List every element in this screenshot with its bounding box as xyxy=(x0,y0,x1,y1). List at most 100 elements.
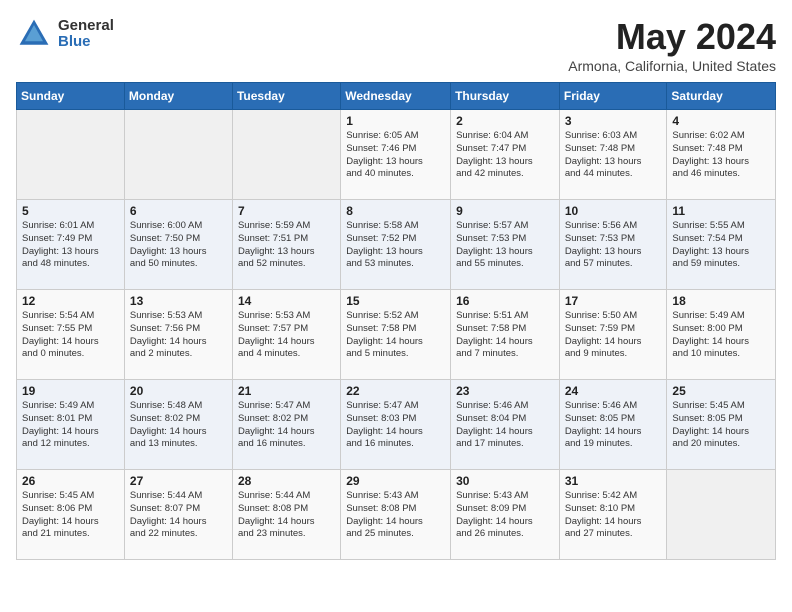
day-info: Sunrise: 5:43 AM Sunset: 8:08 PM Dayligh… xyxy=(346,490,445,541)
day-info: Sunrise: 5:44 AM Sunset: 8:08 PM Dayligh… xyxy=(238,490,335,541)
header-day-wednesday: Wednesday xyxy=(341,83,451,110)
calendar-cell: 24 Sunrise: 5:46 AM Sunset: 8:05 PM Dayli… xyxy=(559,380,667,470)
calendar-title: May 2024 xyxy=(568,16,776,58)
logo-icon xyxy=(16,16,52,52)
day-info: Sunrise: 6:00 AM Sunset: 7:50 PM Dayligh… xyxy=(130,220,227,271)
day-number: 10 xyxy=(565,204,662,218)
calendar-cell: 7Sunrise: 5:59 AM Sunset: 7:51 PM Daylig… xyxy=(232,200,340,290)
day-info: Sunrise: 5:51 AM Sunset: 7:58 PM Dayligh… xyxy=(456,310,554,361)
calendar-cell: 17 Sunrise: 5:50 AM Sunset: 7:59 PM Dayli… xyxy=(559,290,667,380)
day-number: 26 xyxy=(22,474,119,488)
calendar-week-2: 12Sunrise: 5:54 AM Sunset: 7:55 PM Dayli… xyxy=(17,290,776,380)
calendar-cell: 31 Sunrise: 5:42 AM Sunset: 8:10 PM Dayli… xyxy=(559,470,667,560)
day-number: 31 xyxy=(565,474,662,488)
day-info: Sunrise: 6:02 AM Sunset: 7:48 PM Dayligh… xyxy=(672,130,770,181)
header-row: SundayMondayTuesdayWednesdayThursdayFrid… xyxy=(17,83,776,110)
calendar-week-0: 1 Sunrise: 6:05 AM Sunset: 7:46 PM Daylig… xyxy=(17,110,776,200)
calendar-cell xyxy=(667,470,776,560)
day-number: 30 xyxy=(456,474,554,488)
header-day-saturday: Saturday xyxy=(667,83,776,110)
day-number: 1 xyxy=(346,114,445,128)
day-info: Sunrise: 5:46 AM Sunset: 8:05 PM Dayligh… xyxy=(565,400,662,451)
day-number: 21 xyxy=(238,384,335,398)
title-block: May 2024 Armona, California, United Stat… xyxy=(568,16,776,74)
day-info: Sunrise: 5:49 AM Sunset: 8:00 PM Dayligh… xyxy=(672,310,770,361)
calendar-cell: 16 Sunrise: 5:51 AM Sunset: 7:58 PM Dayli… xyxy=(451,290,560,380)
day-number: 29 xyxy=(346,474,445,488)
header-day-thursday: Thursday xyxy=(451,83,560,110)
day-info: Sunrise: 5:49 AM Sunset: 8:01 PM Dayligh… xyxy=(22,400,119,451)
day-info: Sunrise: 5:53 AM Sunset: 7:57 PM Dayligh… xyxy=(238,310,335,361)
day-number: 27 xyxy=(130,474,227,488)
calendar-cell: 10 Sunrise: 5:56 AM Sunset: 7:53 PM Dayli… xyxy=(559,200,667,290)
calendar-week-1: 5 Sunrise: 6:01 AM Sunset: 7:49 PM Daylig… xyxy=(17,200,776,290)
day-number: 25 xyxy=(672,384,770,398)
calendar-header: SundayMondayTuesdayWednesdayThursdayFrid… xyxy=(17,83,776,110)
calendar-cell: 15 Sunrise: 5:52 AM Sunset: 7:58 PM Dayli… xyxy=(341,290,451,380)
calendar-cell: 18Sunrise: 5:49 AM Sunset: 8:00 PM Dayli… xyxy=(667,290,776,380)
day-number: 4 xyxy=(672,114,770,128)
day-number: 6 xyxy=(130,204,227,218)
calendar-table: SundayMondayTuesdayWednesdayThursdayFrid… xyxy=(16,82,776,560)
day-info: Sunrise: 5:59 AM Sunset: 7:51 PM Dayligh… xyxy=(238,220,335,271)
calendar-week-4: 26 Sunrise: 5:45 AM Sunset: 8:06 PM Dayli… xyxy=(17,470,776,560)
day-number: 23 xyxy=(456,384,554,398)
day-info: Sunrise: 6:05 AM Sunset: 7:46 PM Dayligh… xyxy=(346,130,445,181)
header-day-friday: Friday xyxy=(559,83,667,110)
page-header: General Blue May 2024 Armona, California… xyxy=(16,16,776,74)
day-info: Sunrise: 5:58 AM Sunset: 7:52 PM Dayligh… xyxy=(346,220,445,271)
day-number: 12 xyxy=(22,294,119,308)
day-info: Sunrise: 5:55 AM Sunset: 7:54 PM Dayligh… xyxy=(672,220,770,271)
day-info: Sunrise: 5:48 AM Sunset: 8:02 PM Dayligh… xyxy=(130,400,227,451)
day-number: 17 xyxy=(565,294,662,308)
day-number: 11 xyxy=(672,204,770,218)
calendar-week-3: 19 Sunrise: 5:49 AM Sunset: 8:01 PM Dayli… xyxy=(17,380,776,470)
day-info: Sunrise: 5:53 AM Sunset: 7:56 PM Dayligh… xyxy=(130,310,227,361)
day-number: 2 xyxy=(456,114,554,128)
calendar-cell: 1 Sunrise: 6:05 AM Sunset: 7:46 PM Daylig… xyxy=(341,110,451,200)
calendar-location: Armona, California, United States xyxy=(568,58,776,74)
day-number: 5 xyxy=(22,204,119,218)
day-number: 9 xyxy=(456,204,554,218)
calendar-cell: 6 Sunrise: 6:00 AM Sunset: 7:50 PM Daylig… xyxy=(124,200,232,290)
day-info: Sunrise: 6:03 AM Sunset: 7:48 PM Dayligh… xyxy=(565,130,662,181)
day-number: 20 xyxy=(130,384,227,398)
day-number: 16 xyxy=(456,294,554,308)
calendar-cell: 19 Sunrise: 5:49 AM Sunset: 8:01 PM Dayli… xyxy=(17,380,125,470)
day-info: Sunrise: 5:46 AM Sunset: 8:04 PM Dayligh… xyxy=(456,400,554,451)
calendar-cell: 13Sunrise: 5:53 AM Sunset: 7:56 PM Dayli… xyxy=(124,290,232,380)
day-number: 15 xyxy=(346,294,445,308)
calendar-body: 1 Sunrise: 6:05 AM Sunset: 7:46 PM Daylig… xyxy=(17,110,776,560)
day-info: Sunrise: 5:57 AM Sunset: 7:53 PM Dayligh… xyxy=(456,220,554,271)
calendar-cell: 26 Sunrise: 5:45 AM Sunset: 8:06 PM Dayli… xyxy=(17,470,125,560)
calendar-cell xyxy=(232,110,340,200)
calendar-cell: 22 Sunrise: 5:47 AM Sunset: 8:03 PM Dayli… xyxy=(341,380,451,470)
header-day-tuesday: Tuesday xyxy=(232,83,340,110)
day-number: 19 xyxy=(22,384,119,398)
calendar-cell: 29 Sunrise: 5:43 AM Sunset: 8:08 PM Dayli… xyxy=(341,470,451,560)
calendar-cell: 4 Sunrise: 6:02 AM Sunset: 7:48 PM Daylig… xyxy=(667,110,776,200)
calendar-cell: 27 Sunrise: 5:44 AM Sunset: 8:07 PM Dayli… xyxy=(124,470,232,560)
header-day-monday: Monday xyxy=(124,83,232,110)
day-info: Sunrise: 5:52 AM Sunset: 7:58 PM Dayligh… xyxy=(346,310,445,361)
day-info: Sunrise: 5:42 AM Sunset: 8:10 PM Dayligh… xyxy=(565,490,662,541)
calendar-cell: 25 Sunrise: 5:45 AM Sunset: 8:05 PM Dayli… xyxy=(667,380,776,470)
day-number: 22 xyxy=(346,384,445,398)
day-info: Sunrise: 5:45 AM Sunset: 8:06 PM Dayligh… xyxy=(22,490,119,541)
day-info: Sunrise: 5:44 AM Sunset: 8:07 PM Dayligh… xyxy=(130,490,227,541)
logo-text: General Blue xyxy=(58,18,114,51)
day-info: Sunrise: 6:01 AM Sunset: 7:49 PM Dayligh… xyxy=(22,220,119,271)
day-info: Sunrise: 5:56 AM Sunset: 7:53 PM Dayligh… xyxy=(565,220,662,271)
logo-general-label: General xyxy=(58,18,114,35)
calendar-cell: 28Sunrise: 5:44 AM Sunset: 8:08 PM Dayli… xyxy=(232,470,340,560)
day-number: 24 xyxy=(565,384,662,398)
day-info: Sunrise: 5:47 AM Sunset: 8:03 PM Dayligh… xyxy=(346,400,445,451)
calendar-cell: 11 Sunrise: 5:55 AM Sunset: 7:54 PM Dayli… xyxy=(667,200,776,290)
calendar-cell: 21 Sunrise: 5:47 AM Sunset: 8:02 PM Dayli… xyxy=(232,380,340,470)
day-info: Sunrise: 5:45 AM Sunset: 8:05 PM Dayligh… xyxy=(672,400,770,451)
calendar-cell: 20 Sunrise: 5:48 AM Sunset: 8:02 PM Dayli… xyxy=(124,380,232,470)
calendar-cell: 9 Sunrise: 5:57 AM Sunset: 7:53 PM Daylig… xyxy=(451,200,560,290)
calendar-cell: 12Sunrise: 5:54 AM Sunset: 7:55 PM Dayli… xyxy=(17,290,125,380)
day-info: Sunrise: 5:50 AM Sunset: 7:59 PM Dayligh… xyxy=(565,310,662,361)
day-info: Sunrise: 5:47 AM Sunset: 8:02 PM Dayligh… xyxy=(238,400,335,451)
